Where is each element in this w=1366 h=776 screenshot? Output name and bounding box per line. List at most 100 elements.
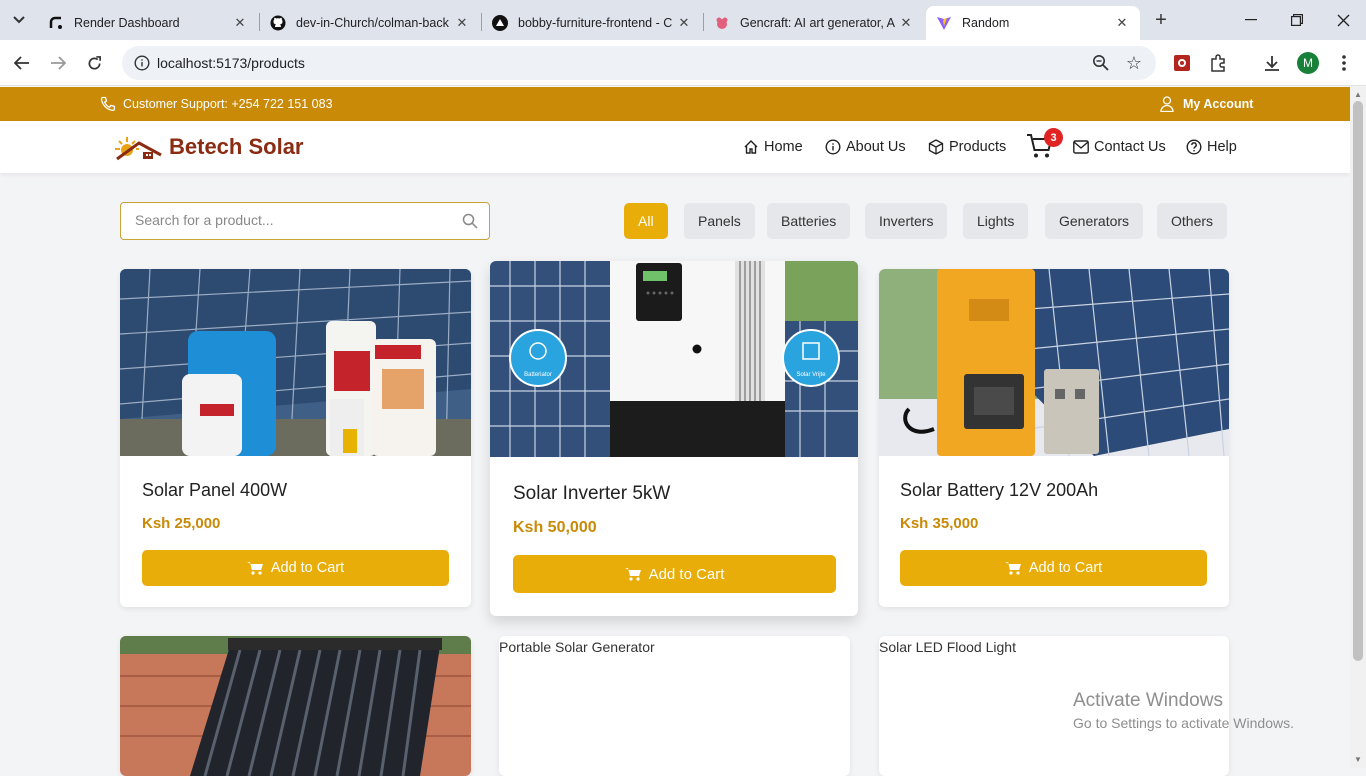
- add-to-cart-label: Add to Cart: [270, 560, 345, 576]
- add-to-cart-label: Add to Cart: [648, 565, 725, 583]
- nav-about-us[interactable]: About Us: [825, 139, 906, 155]
- info-circle-icon: [825, 139, 841, 155]
- tab-vercel[interactable]: bobby-furniture-frontend - C ✕: [482, 6, 702, 40]
- forward-button[interactable]: [45, 50, 71, 76]
- product-price: Ksh 50,000: [513, 519, 597, 536]
- tab-github[interactable]: dev-in-Church/colman-back ✕: [260, 6, 480, 40]
- nav-help[interactable]: Help: [1186, 139, 1237, 155]
- gencraft-icon: [714, 15, 730, 31]
- product-card[interactable]: Portable Solar Generator: [499, 636, 850, 776]
- product-name: Solar Panel 400W: [142, 480, 288, 500]
- zoom-icon[interactable]: [1092, 54, 1110, 72]
- scroll-down-arrow-icon[interactable]: ▼: [1354, 755, 1362, 764]
- broken-image-alt-text: Solar LED Flood Light: [879, 639, 1016, 655]
- browser-tab-strip: Render Dashboard ✕ dev-in-Church/colman-…: [0, 0, 1366, 40]
- product-image-alt[interactable]: Solar LED Flood Light: [879, 639, 1016, 655]
- close-window-button[interactable]: [1320, 0, 1366, 40]
- product-image-alt[interactable]: Portable Solar Generator: [499, 639, 655, 655]
- close-icon[interactable]: ✕: [1114, 15, 1130, 31]
- info-icon[interactable]: [134, 55, 150, 71]
- browser-menu-icon[interactable]: [1333, 52, 1355, 74]
- add-to-cart-button[interactable]: Add to Cart: [513, 555, 836, 593]
- close-icon[interactable]: ✕: [232, 15, 248, 31]
- bookmark-star-icon[interactable]: ☆: [1126, 53, 1142, 74]
- watermark-title: Activate Windows: [1073, 690, 1223, 711]
- cart-icon: [1004, 562, 1021, 575]
- tab-random-active[interactable]: Random ✕: [926, 6, 1140, 40]
- site-logo[interactable]: Betech Solar: [113, 133, 304, 161]
- close-icon[interactable]: ✕: [676, 15, 692, 31]
- tab-search-button[interactable]: [6, 7, 32, 33]
- vite-icon: [936, 15, 952, 31]
- new-tab-button[interactable]: +: [1150, 9, 1172, 31]
- close-icon[interactable]: ✕: [898, 15, 914, 31]
- product-price: Ksh 35,000: [900, 515, 979, 532]
- tab-title: dev-in-Church/colman-back: [296, 16, 449, 30]
- scrollbar-thumb[interactable]: [1353, 101, 1363, 661]
- home-icon: [744, 140, 758, 154]
- profile-avatar[interactable]: M: [1297, 52, 1319, 74]
- search-icon[interactable]: [462, 213, 478, 229]
- product-image[interactable]: Batteriator Solar Vrijte: [490, 261, 858, 457]
- product-card[interactable]: Batteriator Solar Vrijte Solar Inverter …: [490, 261, 858, 616]
- site-header: Betech Solar Home About Us Products Cont…: [0, 121, 1350, 173]
- arrow-right-icon: [51, 56, 66, 70]
- watermark-subtitle: Go to Settings to activate Windows.: [1073, 715, 1294, 731]
- filter-lights[interactable]: Lights: [963, 203, 1029, 239]
- search-input[interactable]: [135, 212, 445, 228]
- product-name: Solar Battery 12V 200Ah: [900, 480, 1099, 500]
- product-card[interactable]: Solar Panel 400W Ksh 25,000 Add to Cart: [120, 269, 471, 607]
- product-card[interactable]: [120, 636, 471, 776]
- nav-contact-us[interactable]: Contact Us: [1073, 139, 1166, 155]
- support-bar: Customer Support: +254 722 151 083 My Ac…: [0, 87, 1350, 121]
- restore-icon: [1291, 14, 1303, 26]
- filter-generators[interactable]: Generators: [1045, 203, 1144, 239]
- address-bar[interactable]: localhost:5173/products ☆: [122, 46, 1156, 80]
- filter-panels[interactable]: Panels: [684, 203, 755, 239]
- add-to-cart-button[interactable]: Add to Cart: [900, 550, 1207, 586]
- my-account-link[interactable]: My Account: [1160, 96, 1253, 112]
- cart-icon: [246, 562, 263, 575]
- filter-others[interactable]: Others: [1157, 203, 1228, 239]
- reload-icon: [88, 55, 101, 69]
- close-icon[interactable]: ✕: [454, 15, 470, 31]
- product-image[interactable]: [120, 636, 471, 776]
- extensions-puzzle-icon[interactable]: [1207, 52, 1229, 74]
- customer-support[interactable]: Customer Support: +254 722 151 083: [100, 96, 333, 112]
- minimize-button[interactable]: [1228, 0, 1274, 40]
- nav-about-us-label: About Us: [846, 139, 906, 155]
- add-to-cart-button[interactable]: Add to Cart: [142, 550, 449, 586]
- restore-button[interactable]: [1274, 0, 1320, 40]
- github-icon: [270, 15, 286, 31]
- page-scrollbar[interactable]: ▲ ▼: [1350, 87, 1366, 768]
- filter-all[interactable]: All: [624, 203, 668, 239]
- nav-home[interactable]: Home: [743, 139, 803, 155]
- filter-inverters[interactable]: Inverters: [865, 203, 948, 239]
- download-icon[interactable]: [1261, 52, 1283, 74]
- badge-right-label: Solar Vrijte: [796, 372, 826, 378]
- tab-gencraft[interactable]: Gencraft: AI art generator, A ✕: [704, 6, 924, 40]
- back-button[interactable]: [9, 50, 35, 76]
- tab-title: Gencraft: AI art generator, A: [740, 16, 895, 30]
- url-text: localhost:5173/products: [157, 55, 305, 71]
- product-image[interactable]: [120, 269, 471, 456]
- badge-left-label: Batteriator: [524, 372, 552, 378]
- user-icon: [1160, 96, 1174, 112]
- cart-count-badge: 3: [1044, 128, 1063, 147]
- vercel-icon: [492, 15, 508, 31]
- tab-title: Random: [962, 16, 1010, 30]
- nav-products-label: Products: [949, 139, 1007, 155]
- render-icon: [48, 15, 64, 31]
- nav-products[interactable]: Products: [928, 139, 1006, 155]
- tab-render-dashboard[interactable]: Render Dashboard ✕: [38, 6, 258, 40]
- reload-button[interactable]: [81, 50, 107, 76]
- product-image[interactable]: [879, 269, 1229, 456]
- minimize-icon: [1245, 19, 1257, 21]
- filter-batteries[interactable]: Batteries: [767, 203, 851, 239]
- product-card[interactable]: Solar Battery 12V 200Ah Ksh 35,000 Add t…: [879, 269, 1229, 607]
- question-circle-icon: [1186, 139, 1202, 155]
- product-name: Solar Inverter 5kW: [513, 483, 671, 504]
- scroll-up-arrow-icon[interactable]: ▲: [1354, 90, 1362, 99]
- extension-red-icon[interactable]: [1171, 52, 1193, 74]
- support-text: Customer Support: +254 722 151 083: [123, 97, 333, 111]
